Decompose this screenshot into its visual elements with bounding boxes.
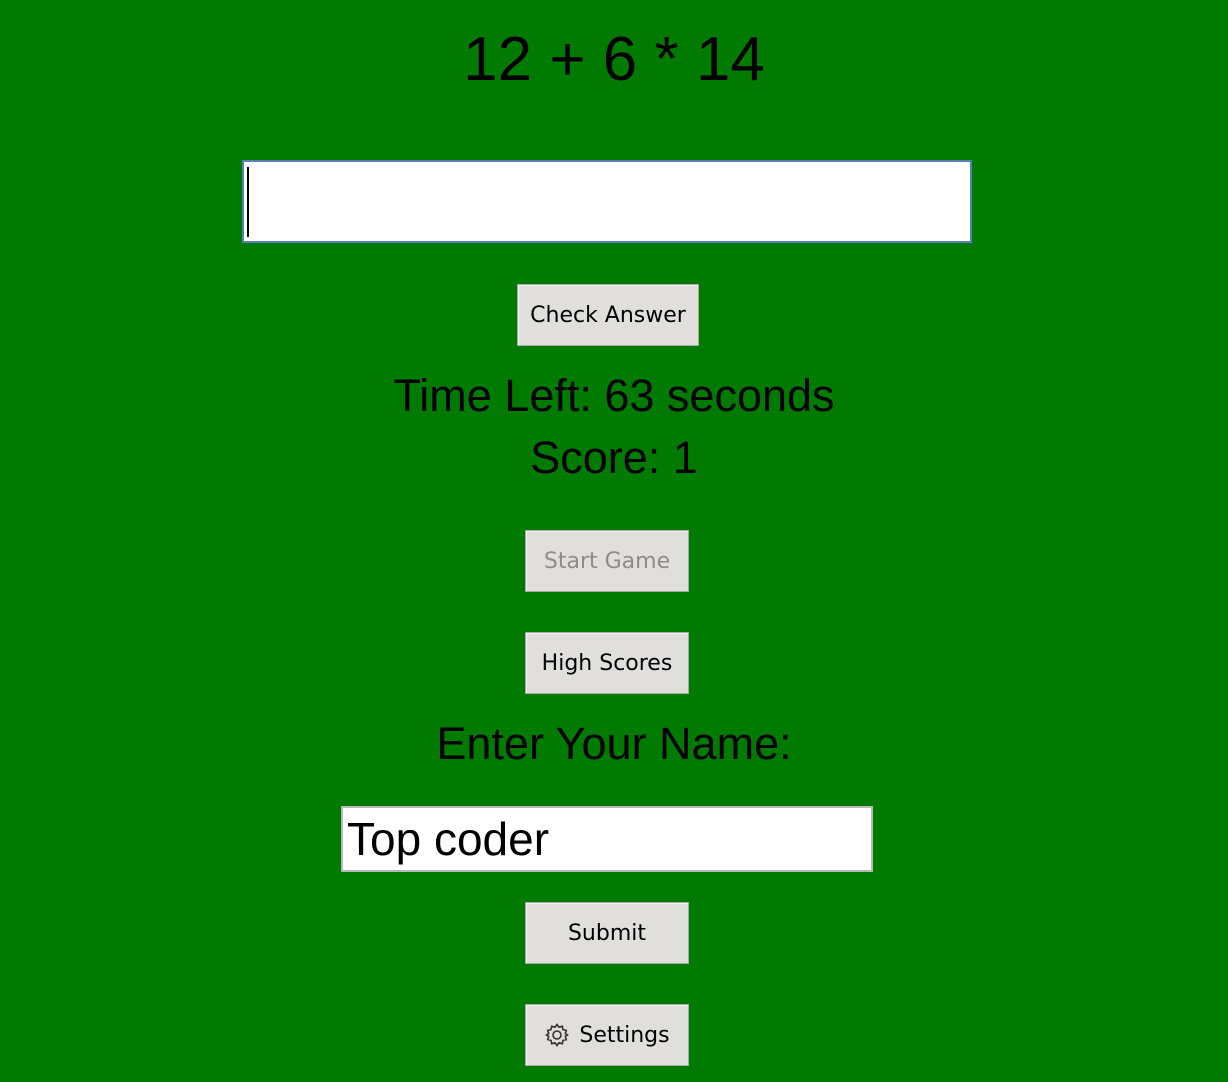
check-answer-button[interactable]: Check Answer (517, 284, 699, 346)
answer-input[interactable] (242, 160, 972, 243)
settings-label: Settings (579, 1022, 670, 1048)
submit-button[interactable]: Submit (525, 902, 689, 964)
gear-icon (544, 1022, 570, 1048)
settings-button[interactable]: Settings (525, 1004, 689, 1066)
score-label: Score: 1 (530, 432, 698, 483)
name-prompt: Enter Your Name: (436, 718, 792, 769)
math-problem: 12 + 6 * 14 (463, 25, 765, 94)
name-input[interactable] (341, 806, 873, 872)
start-game-button: Start Game (525, 530, 689, 592)
high-scores-button[interactable]: High Scores (525, 632, 689, 694)
time-left-label: Time Left: 63 seconds (393, 370, 835, 421)
text-caret (247, 167, 249, 237)
